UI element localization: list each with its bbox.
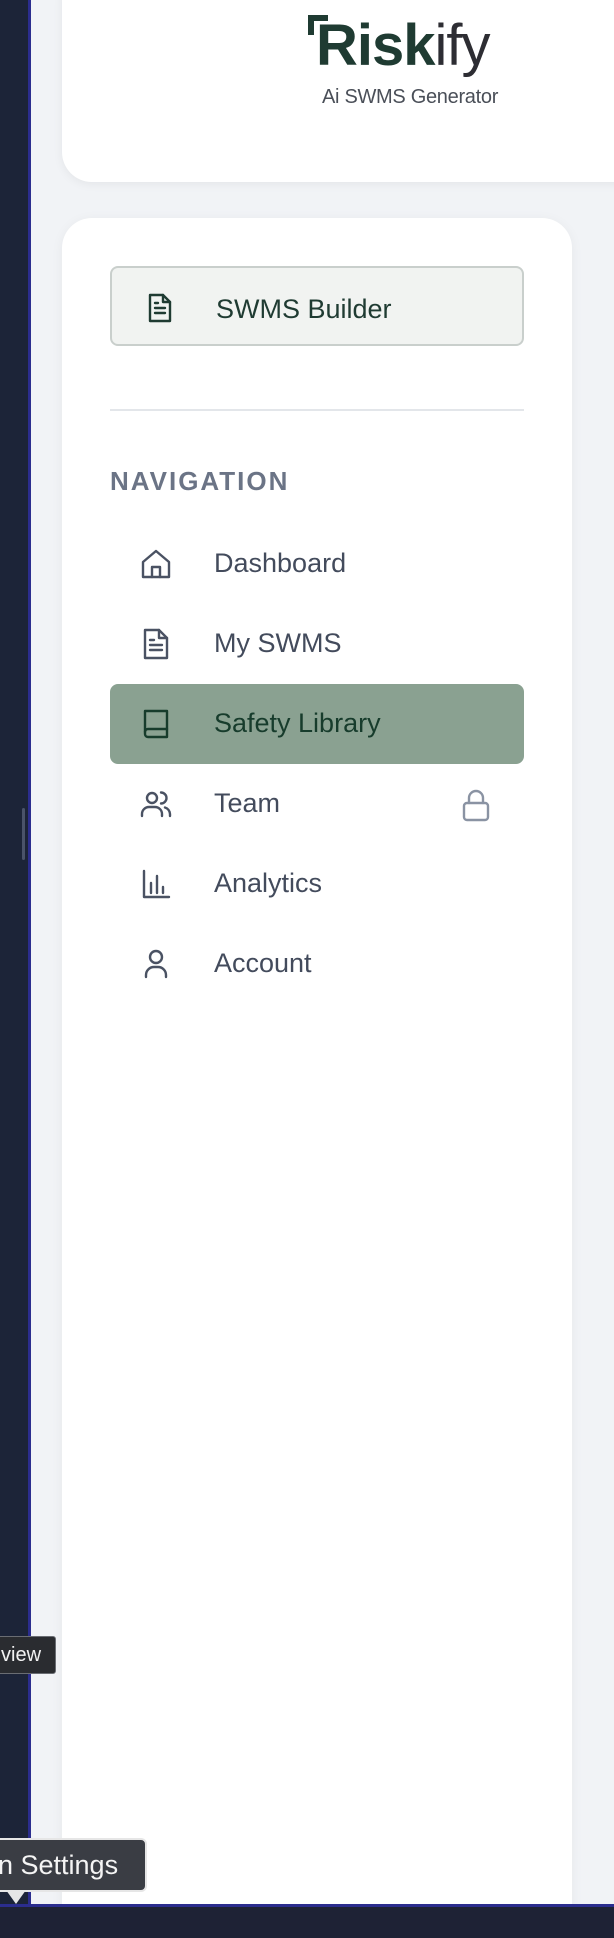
nav-item-team[interactable]: Team [110,764,524,844]
overview-tooltip: view [0,1636,57,1674]
divider [110,409,524,411]
app-window: Riskify Ai SWMS Generator SWMS Builder N… [0,0,614,1938]
nav-item-safety-library[interactable]: Safety Library [110,684,524,764]
nav-item-dashboard[interactable]: Dashboard [110,524,524,604]
settings-tooltip: n Settings [0,1838,147,1892]
nav-item-label: Analytics [214,868,323,898]
panel-border [28,0,31,1916]
settings-tooltip-arrow [6,1890,26,1904]
nav-item-my-swms[interactable]: My SWMS [110,604,524,684]
sidebar: SWMS Builder NAVIGATION Dashboard My SWM… [62,218,572,1938]
nav-item-label: Safety Library [214,708,381,738]
home-icon [141,549,171,579]
resize-handle[interactable] [22,808,25,860]
bar-chart-icon [142,869,171,899]
nav-item-analytics[interactable]: Analytics [110,844,524,924]
lock-icon [462,789,490,822]
editor-sidebar-edge [0,0,28,1916]
document-icon [143,628,169,660]
logo-wordmark-main: Risk [316,13,436,78]
nav-item-label: My SWMS [214,628,342,658]
logo-card: Riskify Ai SWMS Generator [62,0,614,182]
swms-builder-button[interactable]: SWMS Builder [110,266,524,346]
logo-tagline: Ai SWMS Generator [322,86,499,108]
logo-wordmark-suffix: ify [434,13,491,78]
nav-heading: NAVIGATION [110,466,290,496]
logo[interactable]: Riskify Ai SWMS Generator [306,10,516,120]
logo-wordmark: Riskify [316,13,491,78]
nav-item-label: Team [214,788,281,818]
document-icon [148,293,172,323]
swms-builder-label: SWMS Builder [216,294,392,324]
book-icon [143,709,169,739]
nav-item-label: Dashboard [214,548,347,578]
nav-item-account[interactable]: Account [110,924,524,1004]
nav-item-label: Account [214,948,312,978]
status-bar [0,1904,614,1938]
overview-tooltip-text: view [1,1644,42,1666]
user-icon [144,949,168,979]
users-icon [140,791,172,818]
